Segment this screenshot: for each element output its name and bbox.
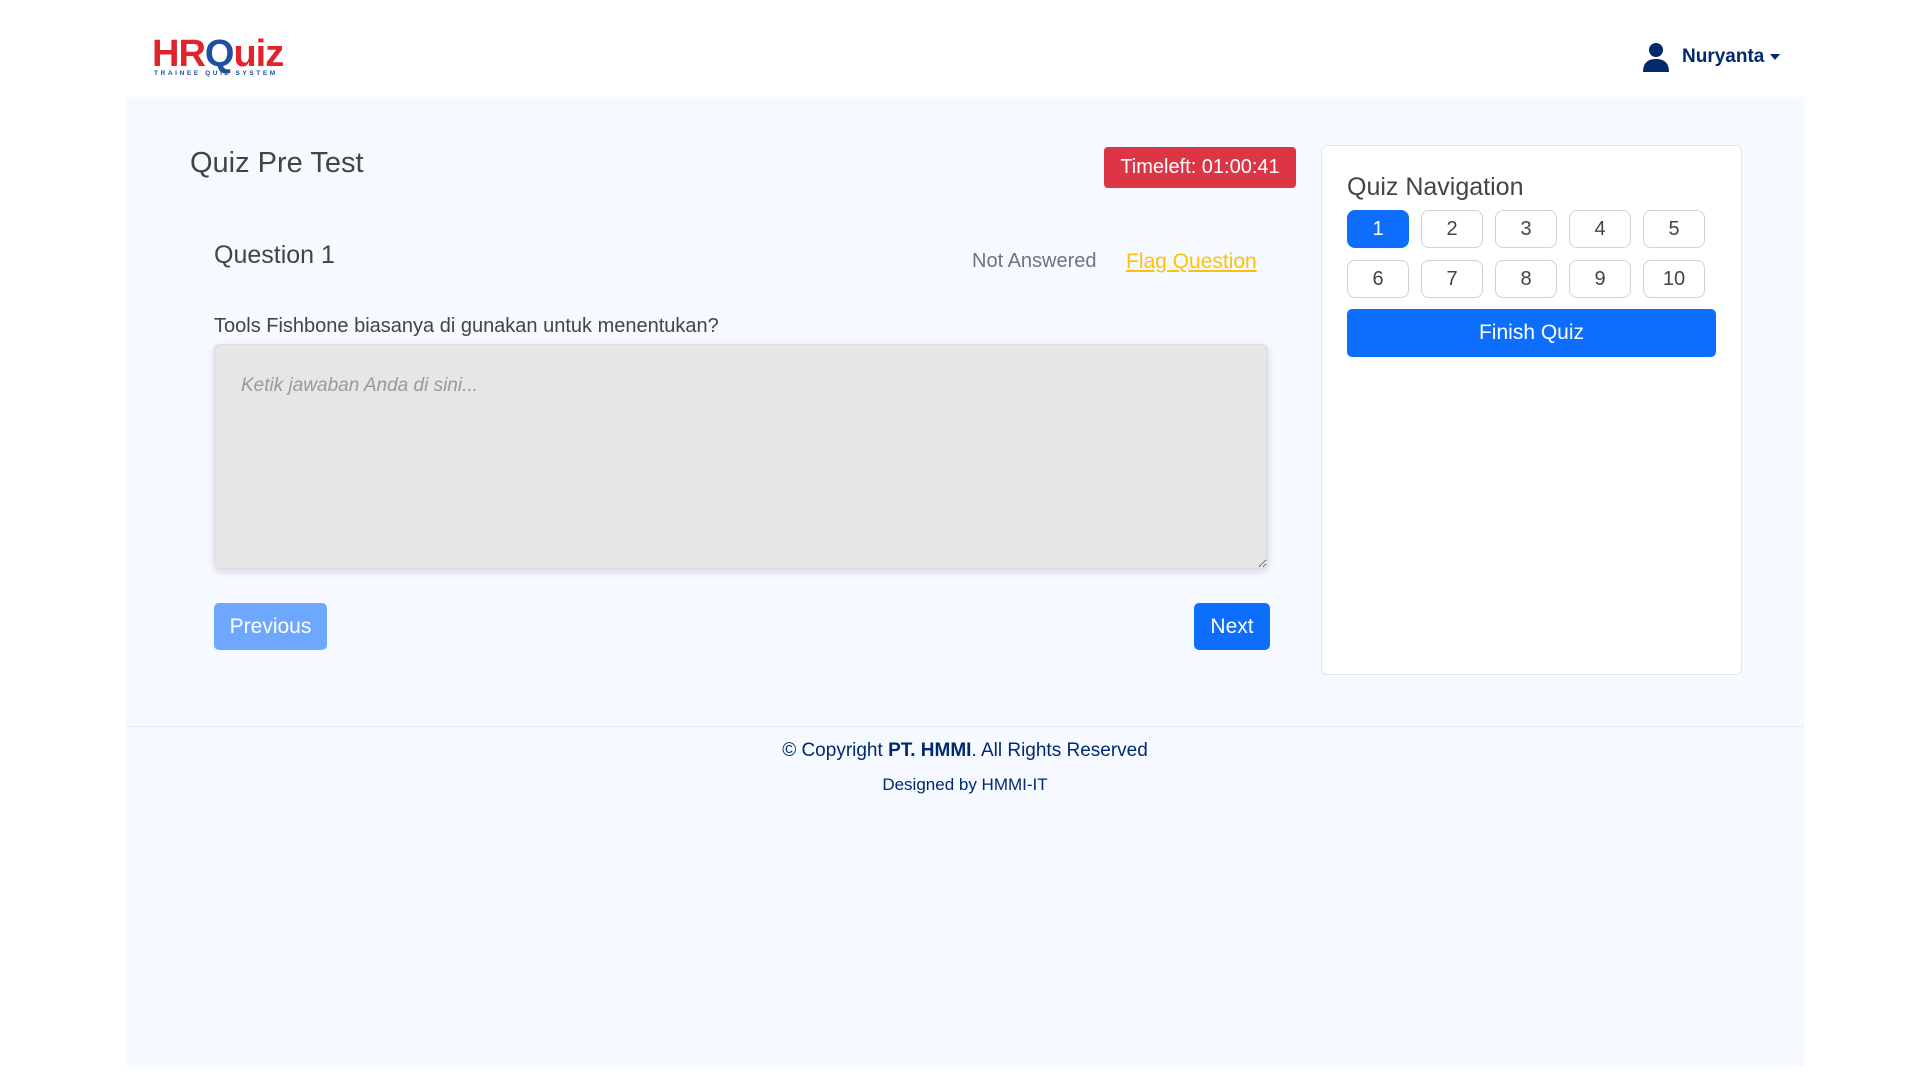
next-button[interactable]: Next <box>1194 603 1270 650</box>
answer-textarea[interactable] <box>214 344 1268 569</box>
logo-q: Q <box>204 33 235 75</box>
question-nav-button[interactable]: 5 <box>1643 210 1705 248</box>
quiz-navigation-card: Quiz Navigation 1 2 3 4 5 6 7 8 9 10 Fin… <box>1321 145 1742 675</box>
user-dropdown[interactable]: Nuryanta <box>1640 40 1781 74</box>
question-nav-button[interactable]: 1 <box>1347 210 1409 248</box>
question-nav-button[interactable]: 8 <box>1495 260 1557 298</box>
user-name: Nuryanta <box>1682 46 1765 67</box>
page-title: Quiz Pre Test <box>190 147 364 179</box>
main-content: Quiz Pre Test Timeleft: 01:00:41 Questio… <box>126 97 1804 1067</box>
logo-wordmark: HRQuiz <box>152 33 284 75</box>
footer-divider <box>126 726 1804 727</box>
finish-quiz-button[interactable]: Finish Quiz <box>1347 309 1716 357</box>
question-nav-button[interactable]: 4 <box>1569 210 1631 248</box>
question-title: Question 1 <box>214 241 335 269</box>
footer-copyright: © Copyright PT. HMMI. All Rights Reserve… <box>126 740 1804 762</box>
person-icon <box>1640 41 1672 73</box>
copyright-suffix: . All Rights Reserved <box>971 740 1148 761</box>
question-nav-button[interactable]: 2 <box>1421 210 1483 248</box>
company-name: PT. HMMI <box>888 740 972 761</box>
question-nav-button[interactable]: 7 <box>1421 260 1483 298</box>
question-nav-button[interactable]: 9 <box>1569 260 1631 298</box>
logo-rest: uiz <box>233 33 284 75</box>
logo-hr: HR <box>152 33 206 75</box>
timer-badge: Timeleft: 01:00:41 <box>1104 147 1296 188</box>
copyright-prefix: © Copyright <box>782 740 889 761</box>
question-nav-grid: 1 2 3 4 5 6 7 8 9 10 <box>1347 210 1717 298</box>
question-text: Tools Fishbone biasanya di gunakan untuk… <box>214 315 719 337</box>
question-nav-button[interactable]: 3 <box>1495 210 1557 248</box>
question-nav-button[interactable]: 6 <box>1347 260 1409 298</box>
flag-question-link[interactable]: Flag Question <box>1126 250 1257 274</box>
caret-down-icon <box>1770 54 1781 60</box>
top-header: HRQuiz TRAINEE QUIZ SYSTEM Nuryanta <box>0 0 1920 97</box>
previous-button[interactable]: Previous <box>214 603 327 650</box>
question-nav-button[interactable]: 10 <box>1643 260 1705 298</box>
hrquiz-logo[interactable]: HRQuiz TRAINEE QUIZ SYSTEM <box>152 34 292 82</box>
quiz-navigation-title: Quiz Navigation <box>1347 173 1524 201</box>
logo-tagline: TRAINEE QUIZ SYSTEM <box>154 70 278 77</box>
footer-designed-by: Designed by HMMI-IT <box>882 775 1048 794</box>
answer-status: Not Answered <box>972 250 1097 272</box>
